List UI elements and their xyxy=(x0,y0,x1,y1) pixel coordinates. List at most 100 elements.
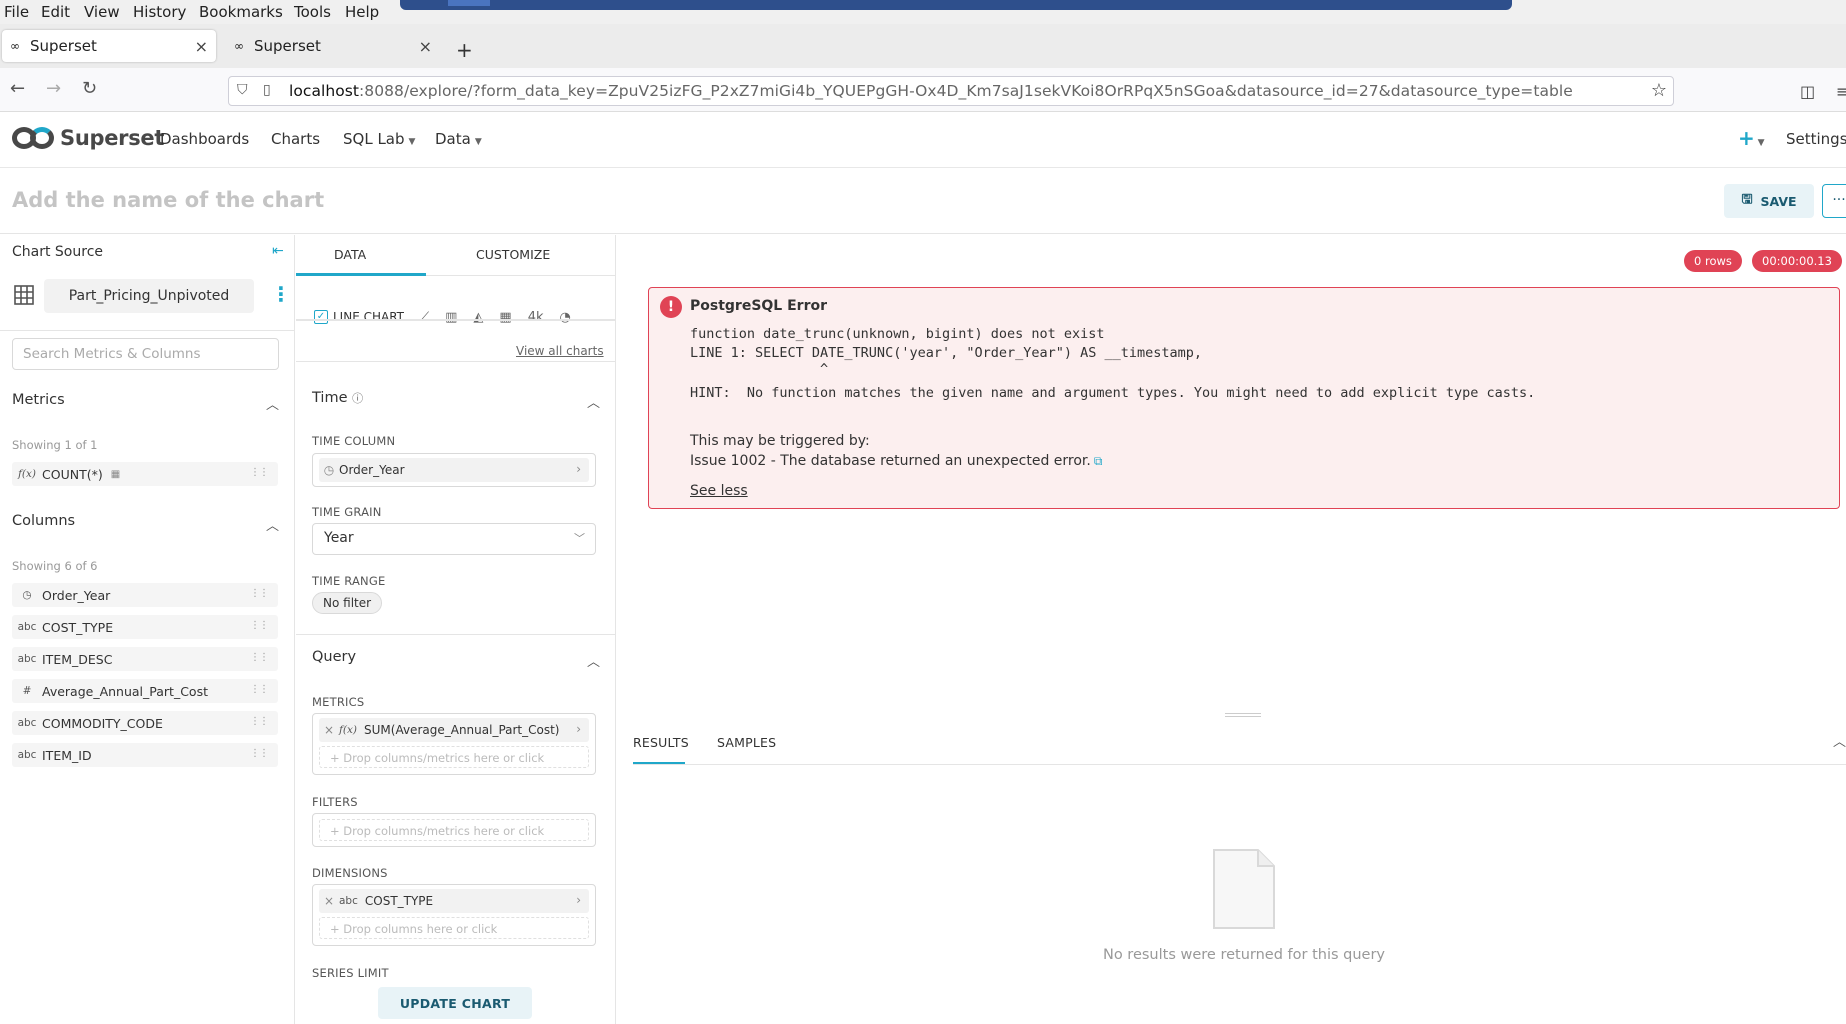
menu-history[interactable]: History xyxy=(133,3,186,21)
table-chart-icon[interactable]: ▦ xyxy=(499,310,511,325)
drop-zone-label: Drop columns here or click xyxy=(343,922,498,936)
url-text[interactable]: localhost:8088/explore/?form_data_key=Zp… xyxy=(289,82,1573,100)
nav-data[interactable]: Data ▼ xyxy=(435,130,482,148)
nav-data-label: Data xyxy=(435,130,471,148)
time-column-pill[interactable]: ◷ Order_Year › xyxy=(319,458,589,482)
tab-samples[interactable]: SAMPLES xyxy=(717,735,776,750)
browser-tab-label: Superset xyxy=(254,37,321,55)
time-column-control[interactable]: ◷ Order_Year › xyxy=(312,453,596,487)
view-all-charts-link[interactable]: View all charts xyxy=(516,344,604,358)
columns-section-header[interactable]: Columns xyxy=(12,513,75,529)
column-item[interactable]: abc COST_TYPE ⋮⋮ xyxy=(12,615,278,639)
vertical-dots-icon[interactable]: ⋮ xyxy=(271,282,291,306)
remove-icon[interactable]: × xyxy=(319,723,339,737)
metrics-drop-zone[interactable]: + Drop columns/metrics here or click xyxy=(319,746,589,768)
tab-data[interactable]: DATA xyxy=(334,247,366,262)
drag-handle-icon[interactable]: ⋮⋮ xyxy=(250,588,269,599)
pie-chart-icon[interactable]: ◔ xyxy=(560,310,571,325)
new-item-button[interactable]: + ▼ xyxy=(1738,126,1765,150)
chart-title-input[interactable]: Add the name of the chart xyxy=(12,188,324,212)
search-metrics-columns-input[interactable]: Search Metrics & Columns xyxy=(12,338,279,370)
metric-pill[interactable]: × f(x) SUM(Average_Annual_Part_Cost) › xyxy=(319,718,589,742)
bar-chart-icon[interactable]: ▥ xyxy=(445,310,457,325)
resize-handle[interactable] xyxy=(1225,713,1261,717)
new-tab-button[interactable]: + xyxy=(456,38,473,62)
save-button[interactable]: 🖫 SAVE xyxy=(1724,184,1814,218)
column-item[interactable]: abc COMMODITY_CODE ⋮⋮ xyxy=(12,711,278,735)
close-tab-icon[interactable]: × xyxy=(195,37,208,56)
time-section-header[interactable]: Time ⓘ xyxy=(312,390,363,406)
column-item[interactable]: # Average_Annual_Part_Cost ⋮⋮ xyxy=(12,679,278,703)
drag-handle-icon[interactable]: ⋮⋮ xyxy=(250,652,269,663)
menu-view[interactable]: View xyxy=(84,3,120,21)
browser-tab-2[interactable]: ∞ Superset × xyxy=(226,30,440,62)
pocket-icon[interactable]: ◫ xyxy=(1800,82,1815,101)
dimension-pill[interactable]: × abc COST_TYPE › xyxy=(319,889,589,913)
menu-help[interactable]: Help xyxy=(345,3,379,21)
menu-tools[interactable]: Tools xyxy=(294,3,331,21)
back-icon[interactable]: ← xyxy=(10,78,25,99)
column-item[interactable]: abc ITEM_DESC ⋮⋮ xyxy=(12,647,278,671)
browser-tab-1[interactable]: ∞ Superset × xyxy=(2,30,216,62)
tab-customize[interactable]: CUSTOMIZE xyxy=(476,247,550,262)
metrics-control[interactable]: × f(x) SUM(Average_Annual_Part_Cost) › +… xyxy=(312,713,596,775)
query-section-header[interactable]: Query xyxy=(312,649,356,665)
more-options-button[interactable]: ··· xyxy=(1822,184,1846,218)
remove-icon[interactable]: × xyxy=(319,894,339,908)
chevron-right-icon[interactable]: › xyxy=(576,893,581,907)
superset-favicon-icon: ∞ xyxy=(234,39,244,53)
drag-handle-icon[interactable]: ⋮⋮ xyxy=(250,684,269,695)
nav-sql-lab[interactable]: SQL Lab ▼ xyxy=(343,130,415,148)
bookmark-star-icon[interactable]: ☆ xyxy=(1651,80,1667,101)
column-item[interactable]: abc ITEM_ID ⋮⋮ xyxy=(12,743,278,767)
chevron-right-icon[interactable]: › xyxy=(576,722,581,736)
settings-menu[interactable]: Settings xyxy=(1786,130,1846,148)
close-tab-icon[interactable]: × xyxy=(419,37,432,56)
dimensions-drop-zone[interactable]: + Drop columns here or click xyxy=(319,917,589,939)
url-bar[interactable]: ⛉ ▯ localhost:8088/explore/?form_data_ke… xyxy=(228,76,1674,106)
dimensions-control[interactable]: × abc COST_TYPE › + Drop columns here or… xyxy=(312,884,596,946)
filters-drop-zone[interactable]: + Drop columns/metrics here or click xyxy=(319,819,589,841)
nav-charts[interactable]: Charts xyxy=(271,130,320,148)
hamburger-menu-icon[interactable]: ≡ xyxy=(1836,82,1846,101)
chevron-up-icon[interactable]: ︿ xyxy=(587,392,600,411)
external-link-icon[interactable]: ⧉ xyxy=(1094,454,1103,468)
forward-icon[interactable]: → xyxy=(46,78,61,99)
tab-results[interactable]: RESULTS xyxy=(633,735,689,750)
metrics-section-header[interactable]: Metrics xyxy=(12,392,65,408)
chevron-up-icon[interactable]: ︿ xyxy=(266,515,279,534)
chevron-right-icon[interactable]: › xyxy=(576,462,581,476)
time-grain-select[interactable]: Year ﹀ xyxy=(312,523,596,555)
update-chart-button[interactable]: UPDATE CHART xyxy=(378,987,532,1019)
reload-icon[interactable]: ↻ xyxy=(82,78,97,99)
column-name: Average_Annual_Part_Cost xyxy=(42,683,208,699)
active-tab-indicator xyxy=(296,273,426,276)
info-icon[interactable]: ⓘ xyxy=(352,392,363,405)
time-range-pill[interactable]: No filter xyxy=(312,592,383,614)
collapse-panel-icon[interactable]: ⇤ xyxy=(272,243,284,259)
divider xyxy=(0,330,295,331)
line-chart-icon[interactable]: ⟋ xyxy=(420,310,429,325)
datasource-name[interactable]: Part_Pricing_Unpivoted xyxy=(44,279,254,313)
drag-handle-icon[interactable]: ⋮⋮ xyxy=(250,716,269,727)
filters-control[interactable]: + Drop columns/metrics here or click xyxy=(312,813,596,847)
chart-area: 0 rows 00:00:00.13 ! PostgreSQL Error fu… xyxy=(617,235,1846,1024)
chevron-up-icon[interactable]: ︿ xyxy=(1833,731,1846,750)
metric-item[interactable]: f(x) COUNT(*) ▦ ⋮⋮ xyxy=(12,462,278,486)
drag-handle-icon[interactable]: ⋮⋮ xyxy=(250,467,269,478)
viz-type-line-chart[interactable]: LINE CHART xyxy=(333,310,404,324)
nav-dashboards[interactable]: Dashboards xyxy=(160,130,249,148)
big-number-icon[interactable]: 4k xyxy=(528,310,544,325)
menu-bookmarks[interactable]: Bookmarks xyxy=(199,3,283,21)
string-type-icon: abc xyxy=(17,749,37,761)
area-chart-icon[interactable]: ◭ xyxy=(473,310,483,325)
see-less-link[interactable]: See less xyxy=(690,483,748,499)
drag-handle-icon[interactable]: ⋮⋮ xyxy=(250,748,269,759)
menu-file[interactable]: File xyxy=(4,3,29,21)
chevron-up-icon[interactable]: ︿ xyxy=(587,651,600,670)
superset-logo[interactable]: Superset xyxy=(12,126,164,150)
column-item[interactable]: ◷ Order_Year ⋮⋮ xyxy=(12,583,278,607)
drag-handle-icon[interactable]: ⋮⋮ xyxy=(250,620,269,631)
menu-edit[interactable]: Edit xyxy=(41,3,70,21)
chevron-up-icon[interactable]: ︿ xyxy=(266,394,279,413)
